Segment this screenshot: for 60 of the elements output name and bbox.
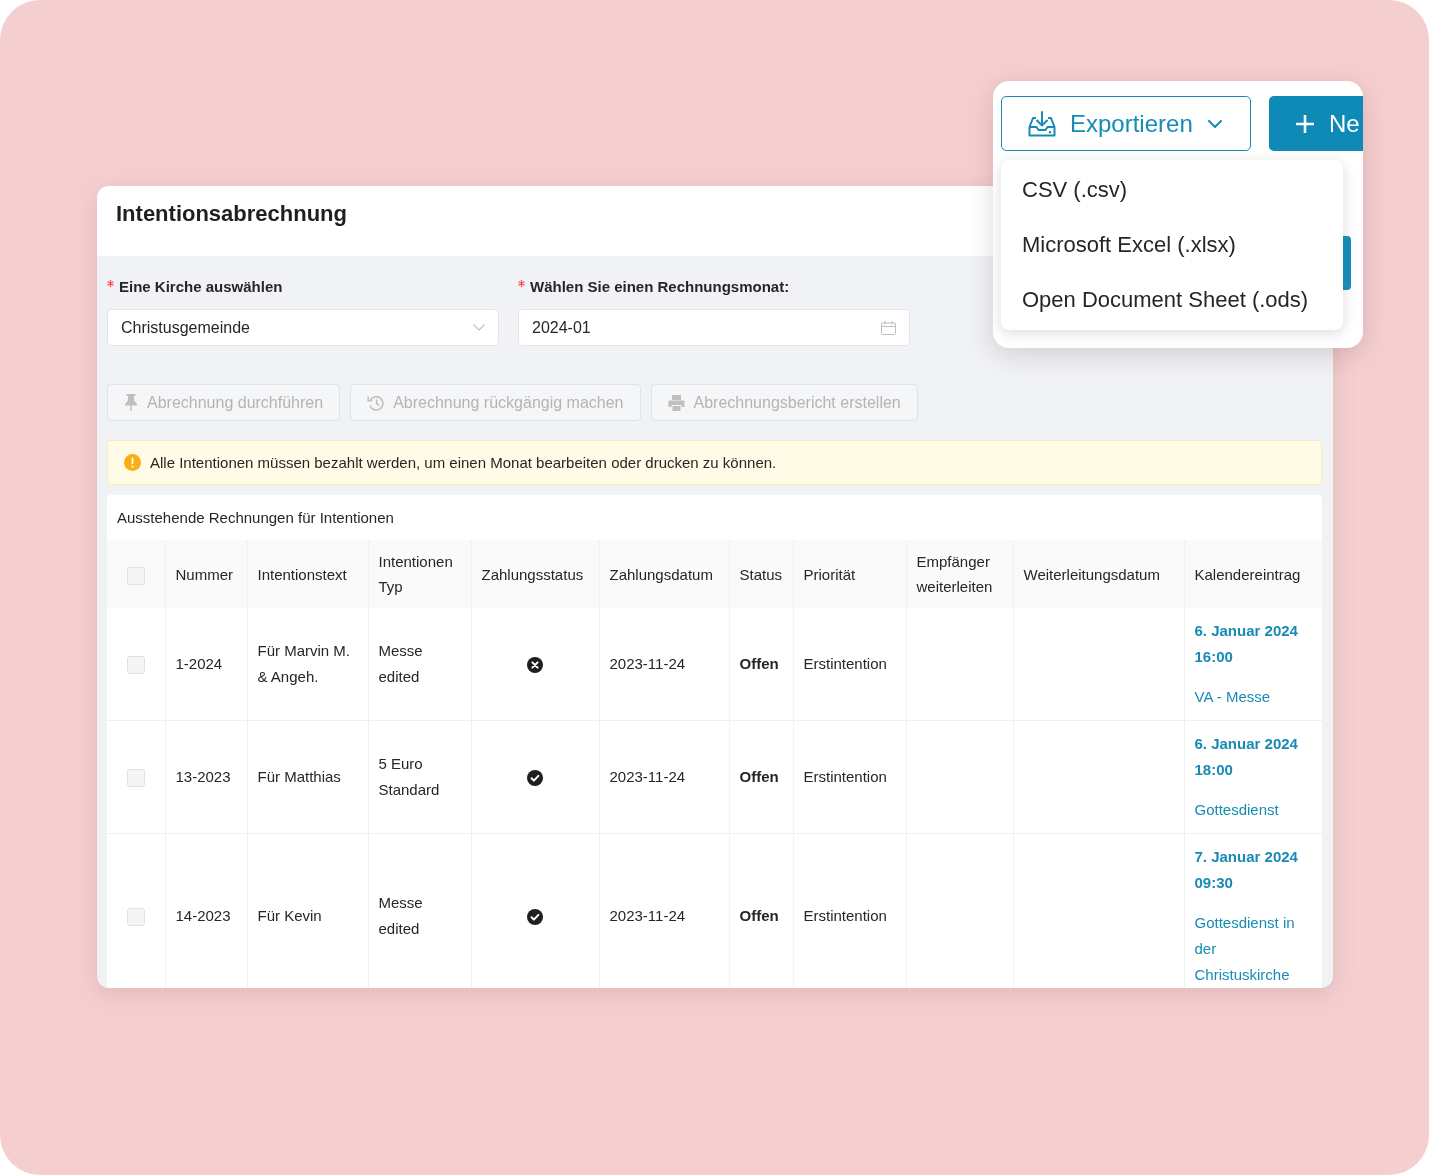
button-edge[interactable]: [1343, 236, 1351, 290]
download-tray-icon: [1028, 110, 1056, 137]
calendar-date-link[interactable]: 7. Januar 2024 09:30: [1194, 844, 1311, 896]
table-cell: Erstintention: [793, 608, 906, 721]
new-button[interactable]: Ne: [1269, 96, 1363, 151]
menu-item[interactable]: Open Document Sheet (.ods): [1001, 272, 1343, 327]
table-cell: Offen: [729, 833, 793, 988]
printer-icon: [667, 394, 685, 411]
plus-icon: [1296, 114, 1314, 133]
table-cell: Für Kevin: [247, 833, 368, 988]
field-label: Wählen Sie einen Rechnungsmonat:: [530, 277, 790, 297]
column-header: Intentionstext: [247, 540, 368, 608]
table-cell: 5 Euro Standard: [368, 720, 471, 834]
table-cell: 14-2023: [165, 833, 247, 988]
table-cell: 2023-11-24: [599, 720, 729, 834]
column-header: Intentionen Typ: [368, 540, 471, 608]
table-cell: 2023-11-24: [599, 833, 729, 988]
menu-item[interactable]: Microsoft Excel (.xlsx): [1001, 217, 1343, 272]
table-cell: Für Matthias: [247, 720, 368, 834]
row-checkbox[interactable]: [126, 908, 145, 927]
card-title: Intentionsabrechnung: [116, 200, 347, 228]
chevron-down-icon: [1207, 119, 1222, 128]
table-cell: 1-2024: [165, 608, 247, 721]
field-label: Eine Kirche auswählen: [119, 277, 283, 297]
column-header: Weiterleitungsdatum: [1013, 540, 1184, 608]
column-header: Kalendereintrag: [1184, 540, 1322, 608]
export-button[interactable]: Exportieren: [1001, 96, 1251, 151]
calendar-event-link[interactable]: Gottesdienst in der Christuskirche: [1194, 910, 1311, 988]
calendar-event-link[interactable]: VA - Messe: [1194, 684, 1311, 710]
column-header: Priorität: [793, 540, 906, 608]
table-cell: Für Marvin M. & Angeh.: [247, 608, 368, 721]
row-checkbox[interactable]: [126, 769, 145, 788]
history-icon: [367, 394, 385, 411]
pin-icon: [124, 394, 138, 411]
chevron-down-icon: [473, 324, 485, 331]
church-select[interactable]: Christusgemeinde: [107, 309, 499, 346]
calendar-icon: [881, 320, 896, 335]
column-header: Zahlungsdatum: [599, 540, 729, 608]
menu-item[interactable]: CSV (.csv): [1001, 162, 1343, 217]
month-input[interactable]: 2024-01: [518, 309, 910, 346]
table-cell: Offen: [729, 720, 793, 834]
table-cell: Erstintention: [793, 833, 906, 988]
calendar-date-link[interactable]: 6. Januar 2024 18:00: [1194, 731, 1311, 783]
column-header: Zahlungsstatus: [471, 540, 599, 608]
warning-icon: [124, 454, 141, 471]
warning-text: Alle Intentionen müssen bezahlt werden, um einen Monat bearbeiten oder drucken zu können.: [150, 454, 777, 471]
table-cell: Erstintention: [793, 720, 906, 834]
table-cell: Messe edited: [368, 608, 471, 721]
column-header: Status: [729, 540, 793, 608]
calendar-date-link[interactable]: 6. Januar 2024 16:00: [1194, 618, 1311, 670]
table-cell: 13-2023: [165, 720, 247, 834]
calendar-event-link[interactable]: Gottesdienst: [1194, 797, 1311, 823]
table-cell: Messe edited: [368, 833, 471, 988]
table-cell: 2023-11-24: [599, 608, 729, 721]
column-header: Empfänger weiterleiten: [906, 540, 1013, 608]
table-cell: Offen: [729, 608, 793, 721]
select-all-checkbox[interactable]: [126, 566, 145, 585]
table-title: Ausstehende Rechnungen für Intentionen: [117, 509, 394, 526]
row-checkbox[interactable]: [126, 656, 145, 675]
column-header: Nummer: [165, 540, 247, 608]
